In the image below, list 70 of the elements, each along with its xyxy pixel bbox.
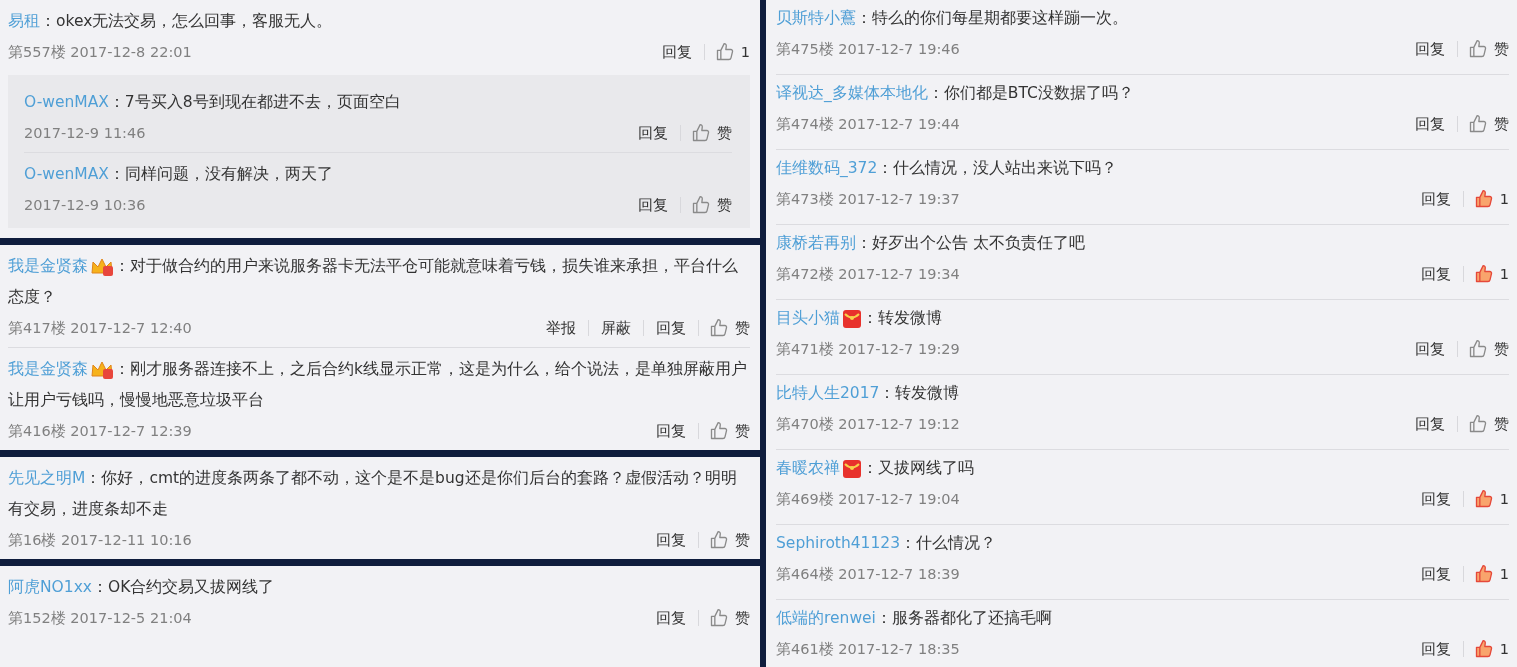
action-link[interactable]: 回复: [644, 532, 699, 548]
comment-meta: 第471楼 2017-12-7 19:29: [776, 339, 960, 359]
comment-text: Sephiroth41123：什么情况？: [776, 533, 998, 554]
like-button[interactable]: 赞: [699, 608, 750, 628]
comment-meta: 第472楼 2017-12-7 19:34: [776, 264, 960, 284]
action-link[interactable]: 回复: [626, 197, 681, 213]
comment-text: 康桥若再别：好歹出个公告 太不负责任了吧: [776, 233, 1086, 254]
comment-text: 比特人生2017：转发微博: [776, 383, 961, 404]
action-link[interactable]: 回复: [644, 423, 699, 439]
action-link[interactable]: 回复: [1408, 566, 1464, 582]
comment-text: O-wenMAX：7号买入8号到现在都进不去，页面空白: [24, 92, 402, 113]
crown-badge-icon: [90, 359, 114, 380]
action-link[interactable]: 回复: [1408, 491, 1464, 507]
action-link[interactable]: 回复: [1403, 341, 1458, 357]
comment-meta: 第464楼 2017-12-7 18:39: [776, 564, 960, 584]
comment-meta: 第557楼 2017-12-8 22:01: [8, 42, 192, 62]
like-button[interactable]: 1: [704, 42, 750, 62]
comment-text: 易租：okex无法交易，怎么回事，客服无人。: [8, 11, 334, 32]
comment-text: O-wenMAX：同样问题，没有解决，两天了: [24, 164, 334, 185]
comment-text: 春暖农禅 ：又拔网线了吗: [776, 457, 975, 481]
comment-meta: 第416楼 2017-12-7 12:39: [8, 421, 192, 441]
comment-text: 阿虎NO1xx：OK合约交易又拔网线了: [8, 577, 276, 598]
like-button[interactable]: 赞: [699, 421, 750, 441]
like-button[interactable]: 赞: [699, 530, 750, 550]
comment-text: 目头小猫 ：转发微博: [776, 307, 943, 331]
like-button[interactable]: 赞: [1458, 339, 1509, 359]
envelope-badge-icon: [842, 308, 862, 329]
comment-text: 低端的renwei：服务器都化了还搞毛啊: [776, 608, 1053, 629]
comment-meta: 第152楼 2017-12-5 21:04: [8, 608, 192, 628]
action-link[interactable]: 回复: [626, 125, 681, 141]
action-link[interactable]: 回复: [1408, 191, 1464, 207]
like-button[interactable]: 赞: [1458, 39, 1509, 59]
comment-meta: 第461楼 2017-12-7 18:35: [776, 639, 960, 659]
like-button[interactable]: 1: [1463, 489, 1509, 509]
comment-text: 先见之明M：你好，cmt的进度条两条了都不动，这个是不是bug还是你们后台的套路？虚假活动？明明有交易，进度条却不走: [8, 468, 738, 520]
like-button[interactable]: 赞: [1458, 414, 1509, 434]
like-button[interactable]: 赞: [681, 123, 732, 143]
action-link[interactable]: 回复: [1403, 116, 1458, 132]
comment-meta: 第474楼 2017-12-7 19:44: [776, 114, 960, 134]
comment-meta: 第470楼 2017-12-7 19:12: [776, 414, 960, 434]
action-link[interactable]: 屏蔽: [589, 320, 644, 336]
comment-meta: 第473楼 2017-12-7 19:37: [776, 189, 960, 209]
comment-text: 贝斯特小鶱：特么的你们每星期都要这样蹦一次。: [776, 8, 1129, 29]
action-link[interactable]: 回复: [1408, 266, 1464, 282]
like-button[interactable]: 1: [1463, 639, 1509, 659]
like-button[interactable]: 赞: [1458, 114, 1509, 134]
comment-meta: 第16楼 2017-12-11 10:16: [8, 530, 192, 550]
comment-meta: 第417楼 2017-12-7 12:40: [8, 318, 192, 338]
action-link[interactable]: 举报: [534, 320, 589, 336]
action-link[interactable]: 回复: [1403, 416, 1458, 432]
comment-text: 我是金贤森 ：刚才服务器连接不上，之后合约k线显示正常，这是为什么，给个说法，是单独屏蔽用户让用户亏钱吗，慢慢地恶意垃圾平台: [8, 358, 748, 411]
like-button[interactable]: 1: [1463, 264, 1509, 284]
action-link[interactable]: 回复: [644, 320, 699, 336]
like-button[interactable]: 1: [1463, 189, 1509, 209]
like-button[interactable]: 1: [1463, 564, 1509, 584]
comment-meta: 2017-12-9 10:36: [24, 197, 146, 213]
comment-text: 译视达_多媒体本地化：你们都是BTC没数据了吗？: [776, 83, 1135, 104]
envelope-badge-icon: [842, 458, 862, 479]
action-link[interactable]: 回复: [644, 610, 699, 626]
comment-text: 我是金贤森 ：对于做合约的用户来说服务器卡无法平仓可能就意味着亏钱，损失谁来承担，平台什么态度？: [8, 255, 739, 308]
comment-meta: 2017-12-9 11:46: [24, 125, 146, 141]
like-button[interactable]: 赞: [681, 195, 732, 215]
crown-badge-icon: [90, 256, 114, 277]
like-button[interactable]: 赞: [699, 318, 750, 338]
action-link[interactable]: 回复: [649, 44, 705, 60]
comment-text: 佳维数码_372：什么情况，没人站出来说下吗？: [776, 158, 1119, 179]
action-link[interactable]: 回复: [1403, 41, 1458, 57]
action-link[interactable]: 回复: [1408, 641, 1464, 657]
comment-meta: 第469楼 2017-12-7 19:04: [776, 489, 960, 509]
comment-meta: 第475楼 2017-12-7 19:46: [776, 39, 960, 59]
